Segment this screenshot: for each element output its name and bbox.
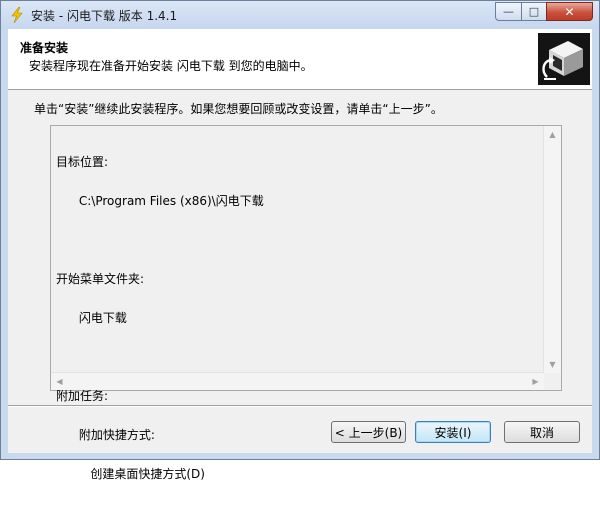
memo-line: 开始菜单文件夹: — [56, 272, 145, 286]
close-button[interactable]: ✕ — [546, 2, 593, 21]
installer-computer-icon — [538, 33, 590, 85]
memo-line: 闪电下载 — [56, 311, 127, 325]
ready-memo-box[interactable]: 目标位置: C:\Program Files (x86)\闪电下载 开始菜单文件… — [50, 125, 562, 481]
instruction-text: 单击“安装”继续此安装程序。如果您想要回顾或改变设置，请单击“上一步”。 — [34, 102, 443, 116]
vertical-scrollbar[interactable]: ▲ ▼ — [543, 126, 561, 373]
page-title: 准备安装 — [20, 41, 69, 55]
wizard-client-area: 准备安装 安装程序现在准备开始安装 闪电下载 到您的电脑中。 单击“安装”继续此… — [8, 29, 592, 481]
memo-content: 目标位置: C:\Program Files (x86)\闪电下载 开始菜单文件… — [56, 130, 543, 481]
close-icon: ✕ — [564, 4, 575, 19]
scroll-up-arrow-icon[interactable]: ▲ — [544, 126, 561, 143]
footer-divider — [8, 405, 592, 407]
horizontal-scrollbar[interactable]: ◀ ▶ — [51, 372, 544, 390]
scroll-left-arrow-icon[interactable]: ◀ — [51, 373, 68, 390]
memo-line — [56, 234, 543, 247]
memo-line: 创建桌面快捷方式(D) — [56, 467, 205, 481]
installer-window: 安装 - 闪电下载 版本 1.4.1 — □ ✕ 准备安装 安装程序现在准备开始… — [0, 0, 600, 481]
scroll-down-arrow-icon[interactable]: ▼ — [544, 356, 561, 373]
minimize-button[interactable]: — — [495, 2, 522, 21]
maximize-button[interactable]: □ — [521, 2, 547, 21]
cancel-button[interactable]: 取消 — [504, 421, 580, 443]
page-subtitle: 安装程序现在准备开始安装 闪电下载 到您的电脑中。 — [29, 59, 313, 73]
scrollbar-corner — [544, 373, 561, 390]
title-bar[interactable]: 安装 - 闪电下载 版本 1.4.1 — □ ✕ — [1, 1, 599, 29]
window-title: 安装 - 闪电下载 版本 1.4.1 — [31, 9, 178, 23]
lightning-app-icon — [11, 7, 23, 23]
memo-line: 附加任务: — [56, 389, 109, 403]
memo-line — [56, 351, 543, 364]
wizard-header: 准备安装 安装程序现在准备开始安装 闪电下载 到您的电脑中。 — [8, 29, 592, 90]
minimize-icon: — — [503, 5, 514, 18]
install-button[interactable]: 安装(I) — [415, 421, 491, 443]
memo-line: C:\Program Files (x86)\闪电下载 — [56, 194, 264, 208]
memo-line: 目标位置: — [56, 155, 109, 169]
scroll-right-arrow-icon[interactable]: ▶ — [527, 373, 544, 390]
maximize-icon: □ — [528, 5, 540, 18]
back-button[interactable]: < 上一步(B) — [331, 421, 406, 443]
